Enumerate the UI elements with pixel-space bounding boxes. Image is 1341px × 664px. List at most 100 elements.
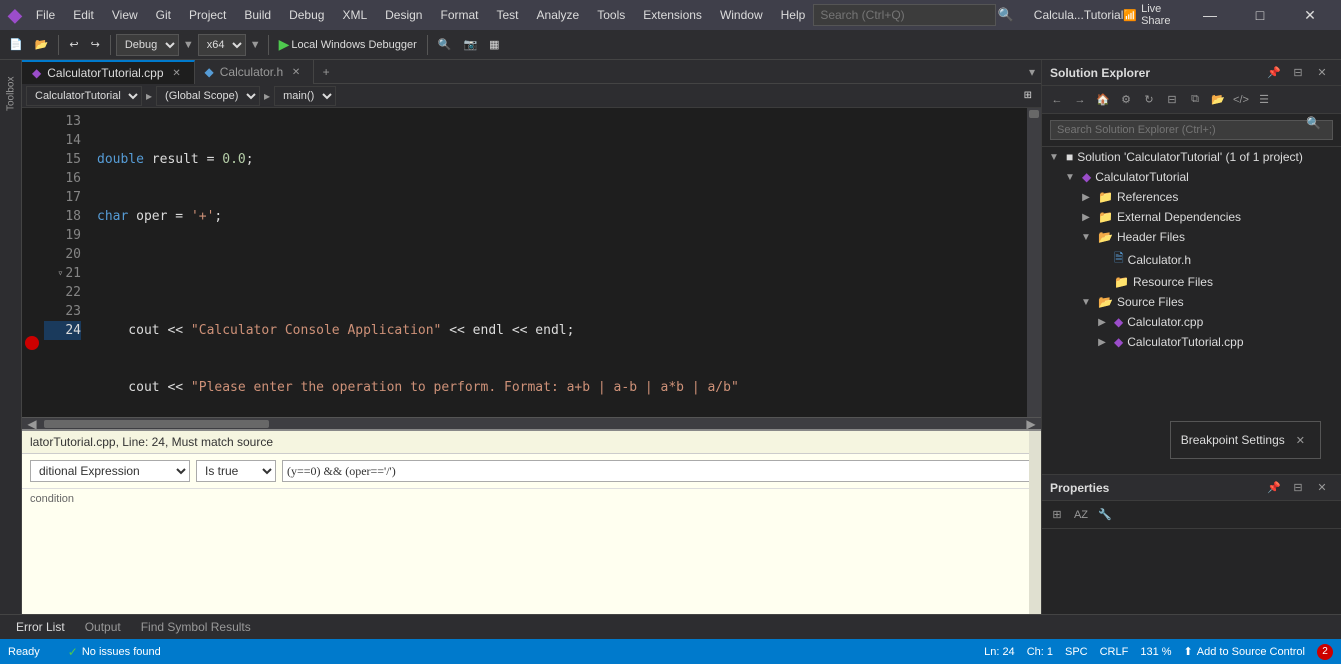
minimize-button[interactable]: — [1187, 0, 1233, 30]
prop-category-button[interactable]: ⊞ [1046, 504, 1068, 526]
function-dropdown[interactable]: main() [274, 86, 336, 106]
tree-calculatortutorial-cpp[interactable]: ▶ ◆ CalculatorTutorial.cpp [1042, 332, 1341, 352]
tree-calculator-h[interactable]: 🗎 Calculator.h [1042, 247, 1341, 272]
attach-button[interactable]: 📷 [458, 33, 482, 57]
tab-calculator-h[interactable]: ◆ Calculator.h ✕ [195, 60, 315, 84]
h-scroll-thumb[interactable] [44, 420, 269, 428]
expand-references[interactable]: ▶ [1078, 189, 1094, 205]
undo-button[interactable]: ↩ [64, 33, 83, 57]
condition-scrollbar[interactable] [1029, 431, 1041, 614]
start-debug-button[interactable]: ▶ Local Windows Debugger [274, 33, 422, 57]
menu-debug[interactable]: Debug [281, 4, 332, 26]
se-settings-button[interactable]: ⚙ [1115, 89, 1137, 111]
tab-find-symbol[interactable]: Find Symbol Results [133, 618, 259, 636]
toolbox-button[interactable]: Toolbox [1, 64, 21, 124]
expand-solution[interactable]: ▼ [1046, 149, 1062, 165]
condition-operator-dropdown[interactable]: Is true [196, 460, 276, 482]
search-input[interactable] [813, 4, 995, 26]
menu-edit[interactable]: Edit [65, 4, 102, 26]
se-filter-button[interactable]: ⧉ [1184, 89, 1206, 111]
debug-mode-dropdown[interactable]: Debug [116, 34, 179, 56]
error-badge[interactable]: 2 [1317, 644, 1333, 660]
se-property-button[interactable]: ☰ [1253, 89, 1275, 111]
menu-tools[interactable]: Tools [589, 4, 633, 26]
prop-close-button[interactable]: ✕ [1311, 477, 1333, 499]
tree-project[interactable]: ▼ ◆ CalculatorTutorial [1042, 167, 1341, 187]
tree-calculator-cpp[interactable]: ▶ ◆ Calculator.cpp [1042, 312, 1341, 332]
status-no-issues[interactable]: No issues found [82, 646, 161, 658]
tree-resource-files[interactable]: 📁 Resource Files [1042, 272, 1341, 292]
add-to-source-control-button[interactable]: ⬆ Add to Source Control [1184, 645, 1305, 658]
redo-button[interactable]: ↪ [86, 33, 105, 57]
menu-project[interactable]: Project [181, 4, 234, 26]
code-editor[interactable]: 13 14 15 16 17 18 19 20 ▿21 22 23 24 dou… [22, 108, 1041, 417]
menu-test[interactable]: Test [489, 4, 527, 26]
se-collapse-button[interactable]: ⊟ [1161, 89, 1183, 111]
right-panel: Solution Explorer 📌 ⊟ ✕ ← → 🏠 ⚙ ↻ ⊟ ⧉ 📂 … [1041, 60, 1341, 614]
expand-external-deps[interactable]: ▶ [1078, 209, 1094, 225]
prop-settings-button[interactable]: 🔧 [1094, 504, 1116, 526]
menu-build[interactable]: Build [236, 4, 279, 26]
editor-scrollbar-horizontal[interactable]: ◀ ▶ [22, 417, 1041, 429]
menu-design[interactable]: Design [377, 4, 430, 26]
se-dock-button[interactable]: ⊟ [1287, 62, 1309, 84]
condition-type-dropdown[interactable]: ditional Expression [30, 460, 190, 482]
global-scope-dropdown[interactable]: (Global Scope) [156, 86, 260, 106]
expand-header-files[interactable]: ▼ [1078, 229, 1094, 245]
se-code-view-button[interactable]: </> [1230, 89, 1252, 111]
condition-expression-input[interactable] [282, 460, 1033, 482]
tab-overflow-button[interactable]: ▾ [1023, 60, 1041, 83]
tab-calculator-tutorial-cpp[interactable]: ◆ CalculatorTutorial.cpp ✕ [22, 60, 195, 84]
breakpoint-indicator[interactable] [25, 336, 39, 350]
live-share-button[interactable]: 📶 Live Share [1123, 3, 1187, 27]
menu-analyze[interactable]: Analyze [529, 4, 588, 26]
new-project-button[interactable]: 📄 [4, 33, 28, 57]
code-gutter [22, 108, 44, 417]
open-button[interactable]: 📂 [30, 33, 54, 57]
tree-external-deps[interactable]: ▶ 📁 External Dependencies [1042, 207, 1341, 227]
code-content[interactable]: double result = 0.0; char oper = '+'; co… [89, 108, 1027, 417]
platform-dropdown[interactable]: x64 [198, 34, 246, 56]
se-pin-button[interactable]: 📌 [1263, 62, 1285, 84]
menu-git[interactable]: Git [148, 4, 179, 26]
split-editor-button[interactable]: ⊞ [1019, 84, 1037, 108]
prop-alpha-button[interactable]: AZ [1070, 504, 1092, 526]
breakpoint-settings-close[interactable]: ✕ [1291, 428, 1310, 452]
se-forward-button[interactable]: → [1069, 89, 1091, 111]
close-tab-h[interactable]: ✕ [289, 65, 303, 79]
se-back-button[interactable]: ← [1046, 89, 1068, 111]
tree-source-files[interactable]: ▼ 📂 Source Files [1042, 292, 1341, 312]
expand-calculator-cpp[interactable]: ▶ [1094, 314, 1110, 330]
expand-source-files[interactable]: ▼ [1078, 294, 1094, 310]
tree-references[interactable]: ▶ 📁 References [1042, 187, 1341, 207]
menu-extensions[interactable]: Extensions [635, 4, 710, 26]
prop-dock-button[interactable]: ⊟ [1287, 477, 1309, 499]
status-zoom[interactable]: 131 % [1140, 646, 1171, 658]
close-button[interactable]: ✕ [1287, 0, 1333, 30]
add-tab-button[interactable]: + [314, 60, 338, 83]
find-button[interactable]: 🔍 [433, 33, 457, 57]
menu-view[interactable]: View [104, 4, 146, 26]
restore-button[interactable]: □ [1237, 0, 1283, 30]
prop-pin-button[interactable]: 📌 [1263, 477, 1285, 499]
menu-file[interactable]: File [28, 4, 63, 26]
se-home-button[interactable]: 🏠 [1092, 89, 1114, 111]
se-close-button[interactable]: ✕ [1311, 62, 1333, 84]
menu-xml[interactable]: XML [334, 4, 375, 26]
menu-window[interactable]: Window [712, 4, 771, 26]
expand-project[interactable]: ▼ [1062, 169, 1078, 185]
tab-output[interactable]: Output [77, 618, 129, 636]
se-open-button[interactable]: 📂 [1207, 89, 1229, 111]
tree-solution[interactable]: ▼ ■ Solution 'CalculatorTutorial' (1 of … [1042, 147, 1341, 167]
tree-header-files[interactable]: ▼ 📂 Header Files [1042, 227, 1341, 247]
layout-button[interactable]: ▦ [484, 33, 504, 57]
solution-explorer-search[interactable] [1050, 120, 1333, 140]
expand-calculatortutorial-cpp[interactable]: ▶ [1094, 334, 1110, 350]
file-scope-dropdown[interactable]: CalculatorTutorial [26, 86, 142, 106]
menu-help[interactable]: Help [773, 4, 814, 26]
se-refresh-button[interactable]: ↻ [1138, 89, 1160, 111]
menu-format[interactable]: Format [432, 4, 486, 26]
close-tab-cpp[interactable]: ✕ [170, 66, 184, 80]
editor-scrollbar-vertical[interactable] [1027, 108, 1041, 417]
tab-error-list[interactable]: Error List [8, 618, 73, 636]
